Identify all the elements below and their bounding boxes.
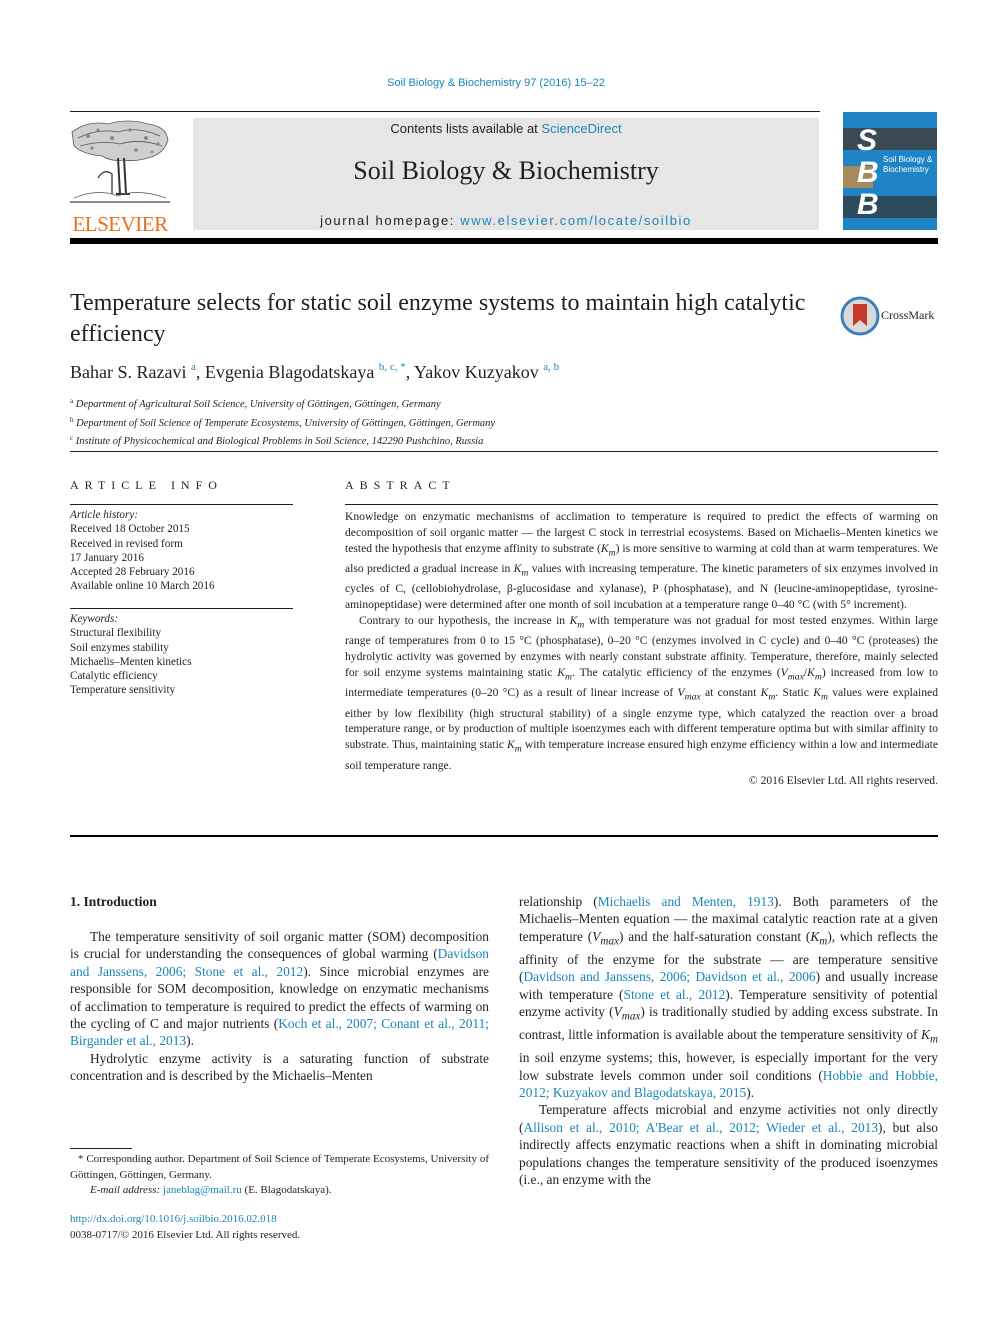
- email-note: E-mail address: janeblag@mail.ru (E. Bla…: [90, 1184, 332, 1196]
- abstract-copyright: © 2016 Elsevier Ltd. All rights reserved…: [748, 774, 938, 788]
- citation-link[interactable]: Michaelis and Menten, 1913: [598, 894, 774, 909]
- homepage-line: journal homepage: www.elsevier.com/locat…: [193, 213, 819, 228]
- footnote-rule: [70, 1148, 132, 1149]
- history-label: Article history:: [70, 509, 139, 521]
- header-bottom-rule: [70, 238, 938, 244]
- introduction-heading: 1. Introduction: [70, 894, 157, 909]
- article-info-heading: ARTICLE INFO: [70, 478, 223, 492]
- affiliation-key: b: [70, 415, 74, 424]
- keyword: Soil enzymes stability: [70, 641, 169, 654]
- history-item: Available online 10 March 2016: [70, 580, 215, 593]
- section-divider: [70, 451, 938, 452]
- abstract-heading: ABSTRACT: [345, 478, 456, 492]
- elsevier-tree-icon: [70, 120, 170, 203]
- cover-letter: B: [857, 188, 879, 221]
- crossmark-badge[interactable]: CrossMark: [840, 296, 940, 336]
- crossmark-label: CrossMark: [881, 308, 935, 322]
- affiliation-text: Institute of Physicochemical and Biologi…: [75, 436, 484, 447]
- homepage-prefix: journal homepage:: [320, 213, 461, 228]
- journal-name: Soil Biology & Biochemistry: [353, 156, 659, 185]
- body-paragraph: relationship (Michaelis and Menten, 1913…: [519, 894, 939, 1101]
- affiliation-text: Department of Soil Science of Temperate …: [76, 417, 496, 429]
- affiliation: b Department of Soil Science of Temperat…: [70, 413, 495, 432]
- affiliation: a Department of Agricultural Soil Scienc…: [70, 394, 495, 413]
- author-affiliation-mark[interactable]: b, c, *: [379, 361, 406, 373]
- author-name[interactable]: Evgenia Blagodatskaya: [205, 362, 374, 382]
- author-affiliation-mark[interactable]: a: [191, 361, 196, 373]
- cover-letter: S: [857, 124, 878, 157]
- journal-reference[interactable]: Soil Biology & Biochemistry 97 (2016) 15…: [0, 77, 992, 89]
- crossmark-icon: [840, 296, 880, 336]
- keywords-rule: [70, 608, 293, 609]
- journal-reference-link[interactable]: Soil Biology & Biochemistry 97 (2016) 15…: [387, 77, 605, 89]
- abstract-bottom-rule: [70, 835, 938, 837]
- cover-letter: B: [857, 156, 879, 189]
- body-paragraph: The temperature sensitivity of soil orga…: [70, 929, 490, 1049]
- email-link[interactable]: janeblag@mail.ru: [163, 1184, 242, 1196]
- cover-title-line: Soil Biology &: [883, 155, 933, 164]
- keyword: Michaelis–Menten kinetics: [70, 655, 192, 668]
- history-item: 17 January 2016: [70, 551, 144, 564]
- article-title: Temperature selects for static soil enzy…: [70, 290, 806, 347]
- contents-line: Contents lists available at ScienceDirec…: [193, 121, 819, 136]
- journal-homepage-link[interactable]: www.elsevier.com/locate/soilbio: [460, 213, 692, 228]
- article-history: Article history: Received 18 October 201…: [70, 508, 215, 594]
- abstract-paragraph: Contrary to our hypothesis, the increase…: [345, 614, 939, 772]
- author-affiliation-mark[interactable]: a, b: [543, 361, 559, 373]
- history-item: Received in revised form: [70, 537, 183, 550]
- elsevier-wordmark: ELSEVIER: [72, 212, 168, 236]
- affiliation-key: a: [70, 397, 74, 405]
- abstract-body: Knowledge on enzymatic mechanisms of acc…: [345, 509, 938, 789]
- article-info-rule: [70, 504, 293, 505]
- author-list: Bahar S. Razavi a, Evgenia Blagodatskaya…: [70, 361, 560, 382]
- affiliation-text: Department of Agricultural Soil Science,…: [75, 399, 441, 410]
- doi-block: http://dx.doi.org/10.1016/j.soilbio.2016…: [70, 1211, 300, 1243]
- doi-link[interactable]: http://dx.doi.org/10.1016/j.soilbio.2016…: [70, 1211, 300, 1227]
- email-label: E-mail address:: [90, 1184, 163, 1196]
- history-item: Received 18 October 2015: [70, 523, 190, 536]
- keywords-label: Keywords:: [70, 613, 119, 625]
- header-top-rule: [70, 111, 820, 112]
- history-item: Accepted 28 February 2016: [70, 566, 195, 579]
- citation-link[interactable]: Allison et al., 2010; A'Bear et al., 201…: [523, 1120, 878, 1135]
- citation-link[interactable]: Stone et al., 2012: [624, 987, 726, 1002]
- body-paragraph: Hydrolytic enzyme activity is a saturati…: [70, 1050, 489, 1084]
- cover-title: Soil Biology & Biochemistry: [883, 155, 932, 175]
- affiliation-key: c: [70, 434, 74, 442]
- body-paragraph: Temperature affects microbial and enzyme…: [519, 1102, 938, 1188]
- affiliations: a Department of Agricultural Soil Scienc…: [70, 394, 495, 450]
- corresponding-author-note: * Corresponding author. Department of So…: [70, 1153, 489, 1181]
- contents-prefix: Contents lists available at: [390, 121, 542, 136]
- citation-link[interactable]: Davidson and Janssens, 2006; Davidson et…: [523, 969, 815, 984]
- body-column-left: The temperature sensitivity of soil orga…: [70, 928, 489, 1085]
- abstract-rule: [345, 504, 938, 505]
- journal-cover-thumbnail[interactable]: S B B Soil Biology & Biochemistry: [843, 112, 937, 230]
- keywords: Keywords: Structural flexibility Soil en…: [70, 612, 191, 698]
- keyword: Temperature sensitivity: [70, 684, 176, 697]
- sciencedirect-link[interactable]: ScienceDirect: [541, 121, 621, 136]
- issn-copyright: 0038-0717/© 2016 Elsevier Ltd. All right…: [70, 1229, 301, 1241]
- keyword: Catalytic efficiency: [70, 670, 158, 683]
- author-name[interactable]: Yakov Kuzyakov: [414, 362, 539, 382]
- elsevier-logo[interactable]: ELSEVIER: [68, 118, 172, 236]
- affiliation: c Institute of Physicochemical and Biolo…: [70, 431, 495, 450]
- journal-masthead: Contents lists available at ScienceDirec…: [193, 118, 819, 230]
- keyword: Structural flexibility: [70, 627, 162, 640]
- abstract-paragraph: Knowledge on enzymatic mechanisms of acc…: [345, 510, 938, 612]
- cover-title-line: Biochemistry: [883, 165, 929, 174]
- body-column-right: relationship (Michaelis and Menten, 1913…: [519, 893, 938, 1189]
- footnotes: * Corresponding author. Department of So…: [70, 1152, 489, 1199]
- author-name[interactable]: Bahar S. Razavi: [70, 362, 186, 382]
